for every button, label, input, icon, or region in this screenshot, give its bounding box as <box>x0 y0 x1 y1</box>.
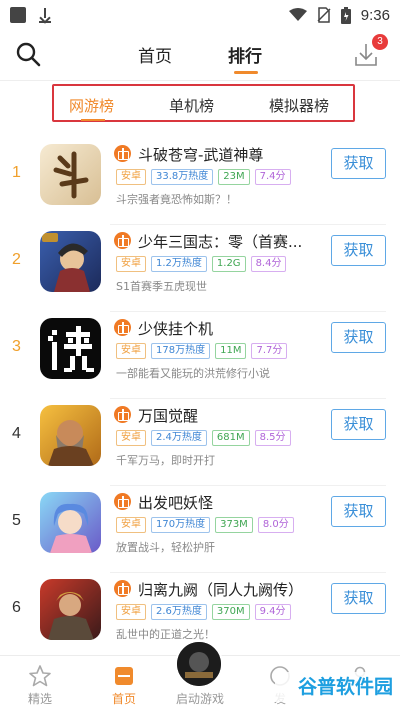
subtab-emulator[interactable]: 模拟器榜 <box>269 95 329 116</box>
get-button[interactable]: 获取 <box>331 235 386 266</box>
get-button[interactable]: 获取 <box>331 322 386 353</box>
tab-indicator <box>234 71 258 74</box>
game-name[interactable]: 万国觉醒 <box>138 405 323 426</box>
heat-tag: 1.2万热度 <box>151 256 207 272</box>
notification-icon <box>10 7 26 23</box>
game-description: 乱世中的正道之光！ <box>116 628 215 641</box>
game-name[interactable]: 归离九阙（同人九阙传） <box>138 579 323 600</box>
game-description: 斗宗强者竟恐怖如斯？！ <box>116 193 237 206</box>
game-description: 放置战斗，轻松护肝 <box>116 541 215 554</box>
star-icon <box>29 665 51 687</box>
launch-game-icon[interactable] <box>175 640 223 688</box>
game-description: 千军万马，即时开打 <box>116 454 215 467</box>
status-time: 9:36 <box>360 6 390 24</box>
gift-icon <box>114 319 131 336</box>
platform-tag: 安卓 <box>116 517 146 533</box>
game-tags: 安卓 2.4万热度 681M 8.5分 <box>116 430 291 446</box>
nav-home[interactable]: 首页 <box>84 656 164 710</box>
score-tag: 9.4分 <box>254 604 291 620</box>
size-tag: 11M <box>215 343 247 359</box>
score-tag: 8.0分 <box>257 517 294 533</box>
score-tag: 8.5分 <box>254 430 291 446</box>
platform-tag: 安卓 <box>116 169 146 185</box>
rank-number: 3 <box>12 338 21 355</box>
no-sim-icon <box>317 7 331 23</box>
get-button[interactable]: 获取 <box>331 496 386 527</box>
list-item[interactable]: 5 出发吧妖怪 安卓 170万热度 373M 8.0分 放置战斗，轻松护肝 获取 <box>0 486 400 573</box>
knight-icon[interactable] <box>40 579 101 640</box>
game-name[interactable]: 少侠挂个机 <box>138 318 323 339</box>
game-name[interactable]: 少年三国志：零（首赛... <box>138 231 323 252</box>
home-icon <box>115 667 133 685</box>
get-button[interactable]: 获取 <box>331 148 386 179</box>
platform-tag: 安卓 <box>116 343 146 359</box>
rank-number: 6 <box>12 599 21 616</box>
gift-icon <box>114 145 131 162</box>
game-tags: 安卓 170万热度 373M 8.0分 <box>116 517 294 533</box>
platform-tag: 安卓 <box>116 256 146 272</box>
watermark-logo: 谷普软件园 <box>275 672 393 702</box>
subtab-online-games[interactable]: 网游榜 <box>69 95 114 116</box>
game-tags: 安卓 33.8万热度 23M 7.4分 <box>116 169 291 185</box>
rank-number: 4 <box>12 425 21 442</box>
platform-tag: 安卓 <box>116 430 146 446</box>
size-tag: 373M <box>215 517 253 533</box>
game-description: 一部能看又能玩的洪荒修行小说 <box>116 367 270 380</box>
nav-label: 精选 <box>27 692 52 706</box>
tab-ranking[interactable]: 排行 <box>228 42 262 67</box>
size-tag: 1.2G <box>211 256 246 272</box>
subtab-indicator <box>81 119 105 121</box>
gift-icon <box>114 232 131 249</box>
heat-tag: 170万热度 <box>151 517 211 533</box>
nav-label: 首页 <box>111 692 136 706</box>
search-icon[interactable] <box>14 40 42 68</box>
heat-tag: 2.6万热度 <box>151 604 207 620</box>
xia-icon[interactable] <box>40 318 101 379</box>
battery-icon <box>340 6 351 24</box>
score-tag: 8.4分 <box>250 256 287 272</box>
nav-label: 启动游戏 <box>175 692 224 706</box>
game-name[interactable]: 出发吧妖怪 <box>138 492 323 513</box>
subtab-single-player[interactable]: 单机榜 <box>169 95 214 116</box>
general-icon[interactable] <box>40 405 101 466</box>
ranking-subtabs: 网游榜 单机榜 模拟器榜 <box>52 84 355 122</box>
get-button[interactable]: 获取 <box>331 583 386 614</box>
rank-number: 5 <box>12 512 21 529</box>
list-item[interactable]: 1 斗破苍穹-武道神尊 安卓 33.8万热度 23M 7.4分 斗宗强者竟恐怖如… <box>0 138 400 225</box>
game-tags: 安卓 1.2万热度 1.2G 8.4分 <box>116 256 287 272</box>
list-item[interactable]: 2 少年三国志：零（首赛... 安卓 1.2万热度 1.2G 8.4分 S1首赛… <box>0 225 400 312</box>
gift-icon <box>114 493 131 510</box>
list-item[interactable]: 3 少侠挂个机 安卓 178万热度 11M 7.7分 一部能看又能玩的洪荒修行小… <box>0 312 400 399</box>
top-header: 首页 排行 3 <box>0 30 400 78</box>
game-tags: 安卓 178万热度 11M 7.7分 <box>116 343 288 359</box>
score-tag: 7.7分 <box>251 343 288 359</box>
gift-icon <box>114 580 131 597</box>
get-button[interactable]: 获取 <box>331 409 386 440</box>
size-tag: 23M <box>218 169 250 185</box>
tab-home[interactable]: 首页 <box>138 42 172 67</box>
heat-tag: 178万热度 <box>151 343 211 359</box>
game-name[interactable]: 斗破苍穹-武道神尊 <box>138 144 323 165</box>
platform-tag: 安卓 <box>116 604 146 620</box>
download-count-badge: 3 <box>372 34 388 50</box>
game-tags: 安卓 2.6万热度 370M 9.4分 <box>116 604 291 620</box>
fairy-icon[interactable] <box>40 492 101 553</box>
status-bar: 9:36 <box>0 0 400 30</box>
rank-number: 1 <box>12 164 21 181</box>
gift-icon <box>114 406 131 423</box>
size-tag: 370M <box>211 604 250 620</box>
wifi-icon <box>288 8 307 21</box>
rank-number: 2 <box>12 251 21 268</box>
download-icon <box>38 7 52 23</box>
score-tag: 7.4分 <box>254 169 291 185</box>
list-item[interactable]: 4 万国觉醒 安卓 2.4万热度 681M 8.5分 千军万马，即时开打 获取 <box>0 399 400 486</box>
heat-tag: 2.4万热度 <box>151 430 207 446</box>
dou-icon[interactable] <box>40 144 101 205</box>
game-description: S1首赛季五虎现世 <box>116 280 207 293</box>
warrior-icon[interactable] <box>40 231 101 292</box>
header-divider <box>0 80 400 81</box>
size-tag: 681M <box>211 430 250 446</box>
heat-tag: 33.8万热度 <box>151 169 214 185</box>
nav-featured[interactable]: 精选 <box>0 656 80 710</box>
